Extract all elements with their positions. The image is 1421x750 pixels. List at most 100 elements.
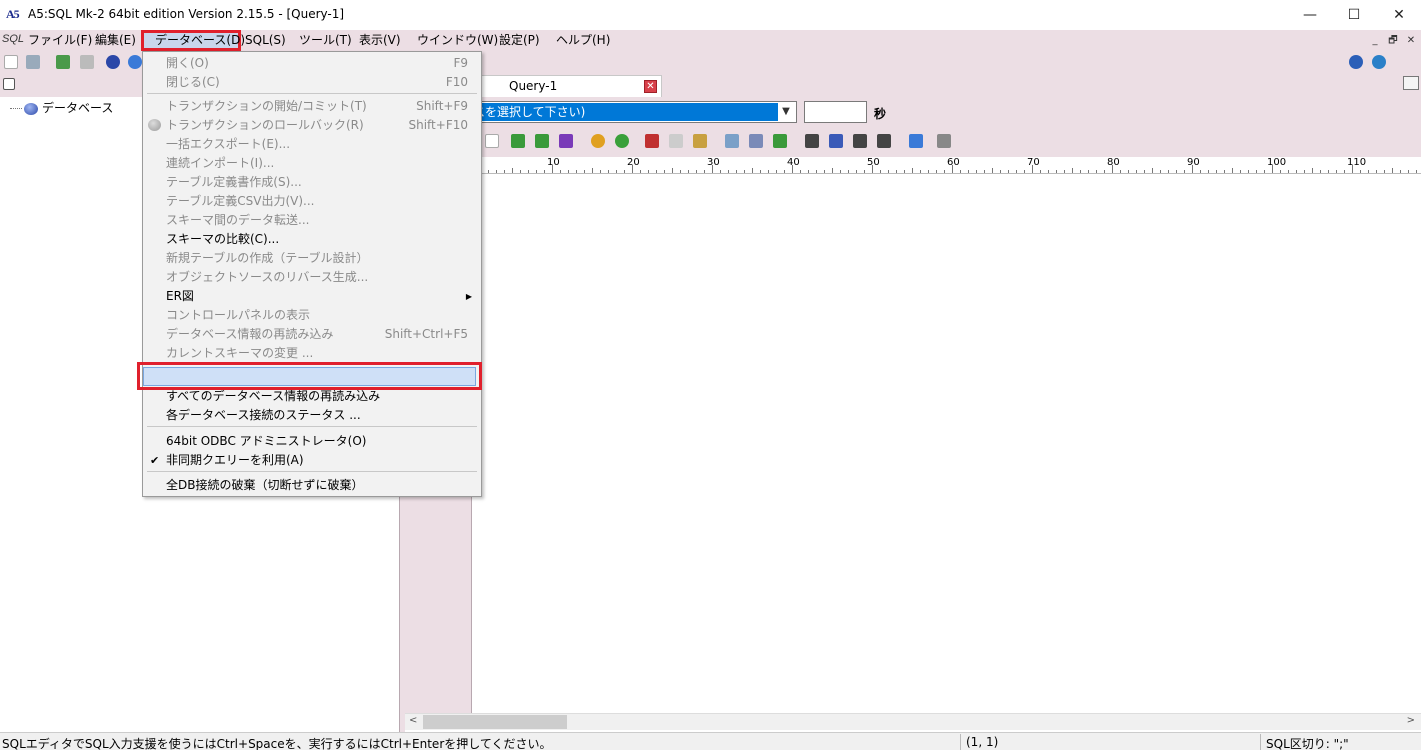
menu-window[interactable]: ウインドウ(W)	[413, 31, 502, 49]
ruler-tick	[576, 170, 577, 173]
run-icon[interactable]	[559, 134, 573, 148]
timeout-input[interactable]	[804, 101, 867, 123]
menu-item-change-schema[interactable]: カレントスキーマの変更 ...	[144, 344, 480, 363]
menu-item-close[interactable]: 閉じる(C) F10	[144, 73, 480, 92]
mdi-minimize-button[interactable]: _	[1368, 34, 1382, 48]
ruler-tick	[1288, 170, 1289, 173]
ruler-tick	[656, 170, 657, 173]
cut-icon[interactable]	[645, 134, 659, 148]
menu-settings[interactable]: 設定(P)	[495, 31, 544, 49]
ruler-tick	[1304, 170, 1305, 173]
ruler-label: 10	[547, 157, 560, 168]
database-select[interactable]: スを選択して下さい) ▼	[470, 101, 797, 123]
menu-item-reverse-source[interactable]: オブジェクトソースのリバース生成...	[144, 268, 480, 287]
tab-query-1[interactable]: Query-1 ✕	[480, 75, 662, 97]
ruler-tick	[1144, 170, 1145, 173]
ruler-tick	[568, 170, 569, 173]
ruler-tick	[1320, 170, 1321, 173]
disabled-table-icon[interactable]	[80, 55, 94, 69]
menu-item-discard-connections[interactable]: 全DB接続の破棄（切断せずに破棄）	[144, 476, 480, 495]
menu-item-transaction-rollback[interactable]: トランザクションのロールバック(R) Shift+F10	[144, 116, 480, 135]
align-left-icon[interactable]	[805, 134, 819, 148]
replace-icon[interactable]	[749, 134, 763, 148]
menu-item-table-csv[interactable]: テーブル定義CSV出力(V)...	[144, 192, 480, 211]
globe-icon[interactable]	[1372, 55, 1386, 69]
export-a5b-icon[interactable]	[511, 134, 525, 148]
format-icon[interactable]	[829, 134, 843, 148]
menu-help[interactable]: ヘルプ(H)	[552, 31, 614, 49]
redo-icon[interactable]	[615, 134, 629, 148]
menu-item-label: テーブル定義CSV出力(V)...	[166, 194, 315, 208]
menu-view[interactable]: 表示(V)	[355, 31, 405, 49]
tree-node-database[interactable]: データベース	[10, 99, 113, 117]
menu-separator	[147, 426, 477, 427]
menu-item-schema-compare[interactable]: スキーマの比較(C)...	[144, 230, 480, 249]
scroll-right-icon[interactable]: >	[1407, 715, 1415, 726]
timeout-unit-label: 秒	[874, 107, 887, 121]
close-button[interactable]: ✕	[1376, 0, 1421, 30]
window-list-icon[interactable]	[1403, 76, 1419, 90]
menu-tools[interactable]: ツール(T)	[295, 31, 356, 49]
paste-icon[interactable]	[693, 134, 707, 148]
find-icon[interactable]	[725, 134, 739, 148]
menu-item-continuous-import[interactable]: 連続インポート(I)...	[144, 154, 480, 173]
ruler-tick	[1416, 170, 1417, 173]
mdi-restore-button[interactable]: 🗗	[1386, 34, 1400, 48]
ruler-tick	[808, 170, 809, 173]
menu-item-reload-db-info[interactable]: データベース情報の再読み込み Shift+Ctrl+F5	[144, 325, 480, 344]
menu-item-transaction-commit[interactable]: トランザクションの開始/コミット(T) Shift+F9	[144, 97, 480, 116]
scroll-thumb[interactable]	[423, 715, 567, 729]
database-icon	[24, 102, 38, 115]
undo-icon[interactable]	[591, 134, 605, 148]
horizontal-scrollbar[interactable]: < >	[405, 713, 1421, 730]
ruler-label: 50	[867, 157, 880, 168]
ruler-tick	[1048, 170, 1049, 173]
maximize-button[interactable]: ☐	[1331, 0, 1377, 30]
jump-icon[interactable]	[773, 134, 787, 148]
ruler-tick	[728, 170, 729, 173]
help-icon[interactable]	[1349, 55, 1363, 69]
ruler-tick	[832, 168, 833, 173]
copy-icon[interactable]	[669, 134, 683, 148]
sql-delimiter: SQL区切り: ";"	[1266, 737, 1349, 750]
gear-icon[interactable]	[128, 55, 142, 69]
menu-file[interactable]: ファイル(F)	[24, 31, 96, 49]
menu-item-bulk-export[interactable]: 一括エクスポート(E)...	[144, 135, 480, 154]
ruler-tick	[1184, 170, 1185, 173]
sql-editor[interactable]	[472, 174, 1421, 713]
menu-item-table-definition[interactable]: テーブル定義書作成(S)...	[144, 173, 480, 192]
ruler-tick	[744, 170, 745, 173]
menu-item-control-panel[interactable]: コントロールパネルの表示	[144, 306, 480, 325]
tab-close-icon[interactable]: ✕	[644, 80, 657, 93]
tree-view-icon[interactable]	[937, 134, 951, 148]
ruler-tick	[608, 170, 609, 173]
menu-database[interactable]: データベース(D)	[151, 31, 249, 49]
menu-item-connection-status[interactable]: 各データベース接続のステータス ...	[144, 406, 480, 425]
menu-item-odbc-admin[interactable]: 64bit ODBC アドミニストレータ(O)	[144, 432, 480, 451]
ruler-tick	[488, 170, 489, 173]
open-file-icon[interactable]	[26, 55, 40, 69]
menu-item-async-query[interactable]: ✔ 非同期クエリーを利用(A)	[144, 451, 480, 470]
database-icon[interactable]	[106, 55, 120, 69]
layout-icon[interactable]	[909, 134, 923, 148]
menu-sql[interactable]: SQL(S)	[241, 31, 290, 49]
menu-item-label: ER図	[166, 289, 194, 303]
export-csv-icon[interactable]	[535, 134, 549, 148]
scroll-left-icon[interactable]: <	[409, 715, 417, 726]
outdent-icon[interactable]	[877, 134, 891, 148]
ruler-tick	[920, 170, 921, 173]
tree-toggle-icon[interactable]	[3, 78, 15, 90]
table-icon[interactable]	[56, 55, 70, 69]
menu-edit[interactable]: 編集(E)	[91, 31, 140, 49]
minimize-button[interactable]: —	[1287, 0, 1333, 30]
mdi-close-button[interactable]: ✕	[1404, 34, 1418, 48]
ruler-tick	[864, 170, 865, 173]
menu-item-open[interactable]: 開く(O) F9	[144, 54, 480, 73]
checkbox-icon[interactable]	[485, 134, 499, 148]
new-file-icon[interactable]	[4, 55, 18, 69]
menu-item-schema-transfer[interactable]: スキーマ間のデータ転送...	[144, 211, 480, 230]
menu-item-er-diagram[interactable]: ER図 ▶	[144, 287, 480, 306]
ruler-tick	[512, 168, 513, 173]
indent-icon[interactable]	[853, 134, 867, 148]
menu-item-new-table[interactable]: 新規テーブルの作成（テーブル設計）	[144, 249, 480, 268]
